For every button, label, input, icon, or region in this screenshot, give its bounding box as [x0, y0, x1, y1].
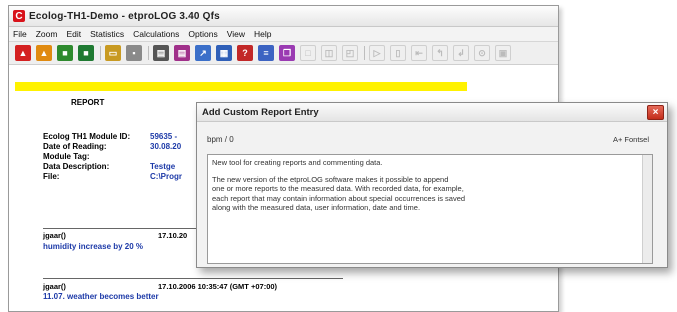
- dialog-title: Add Custom Report Entry: [202, 106, 319, 118]
- toolbar-separator: [100, 46, 101, 60]
- info-value: 59635 -: [150, 131, 178, 141]
- disabled-tool-icon[interactable]: ◫: [321, 45, 337, 61]
- report-info: Ecolog TH1 Module ID: 59635 - Date of Re…: [43, 131, 182, 181]
- info-row: Date of Reading: 30.08.20: [43, 141, 182, 151]
- chart-icon[interactable]: ↗: [195, 45, 211, 61]
- text-line: along with the measured data, user infor…: [212, 202, 421, 212]
- font-select-button[interactable]: A+ Fontsel: [613, 135, 649, 144]
- dialog-info-row: bpm / 0 A+ Fontsel: [207, 134, 657, 144]
- menu-file[interactable]: File: [13, 29, 27, 39]
- info-value: 30.08.20: [150, 141, 182, 151]
- toolbar-separator: [148, 46, 149, 60]
- toolbar-separator: [364, 46, 365, 60]
- entry-header: jgaar() 17.10.20: [43, 231, 187, 240]
- disabled-tool-icon[interactable]: □: [300, 45, 316, 61]
- disabled-tool-icon[interactable]: ▷: [369, 45, 385, 61]
- menu-options[interactable]: Options: [188, 29, 217, 39]
- text-gap: [212, 167, 648, 175]
- print-icon[interactable]: ▤: [153, 45, 169, 61]
- report-heading: REPORT: [71, 98, 105, 107]
- entry-user: jgaar(): [43, 282, 66, 291]
- info-row: Module Tag:: [43, 151, 182, 161]
- info-label: File:: [43, 171, 60, 181]
- green-chip-icon[interactable]: ■: [57, 45, 73, 61]
- copy-icon[interactable]: ❐: [279, 45, 295, 61]
- help-icon[interactable]: ?: [237, 45, 253, 61]
- entry-timestamp: 17.10.2006 10:35:47 (GMT +07:00): [158, 282, 278, 291]
- info-value: C:\Progr: [150, 171, 182, 181]
- menu-statistics[interactable]: Statistics: [90, 29, 124, 39]
- table-icon[interactable]: ▦: [216, 45, 232, 61]
- info-label: Ecolog TH1 Module ID:: [43, 131, 131, 141]
- text-line: one or more reports to the measured data…: [212, 184, 464, 194]
- save-icon[interactable]: ▪: [126, 45, 142, 61]
- disabled-tool-icon[interactable]: ▯: [390, 45, 406, 61]
- info-row: Ecolog TH1 Module ID: 59635 -: [43, 131, 182, 141]
- dialog-user-label: bpm / 0: [207, 134, 234, 144]
- vertical-scrollbar[interactable]: [642, 155, 652, 263]
- info-label: Date of Reading:: [43, 141, 107, 151]
- report-text-area[interactable]: New tool for creating reports and commen…: [207, 154, 653, 264]
- menu-edit[interactable]: Edit: [66, 29, 81, 39]
- entry-header: jgaar() 17.10.2006 10:35:47 (GMT +07:00): [43, 282, 277, 291]
- entry-text: 11.07. weather becomes better: [43, 292, 159, 301]
- menu-calculations[interactable]: Calculations: [133, 29, 179, 39]
- menu-view[interactable]: View: [227, 29, 245, 39]
- report-icon[interactable]: ≡: [258, 45, 274, 61]
- entry-text: humidity increase by 20 %: [43, 242, 144, 251]
- entry-timestamp: 17.10.20: [158, 231, 188, 240]
- entry-divider: [43, 228, 213, 229]
- orange-person-icon[interactable]: ▲: [36, 45, 52, 61]
- entry-divider: [43, 278, 343, 279]
- info-row: Data Description: Testge: [43, 161, 182, 171]
- red-person-icon[interactable]: ▲: [15, 45, 31, 61]
- disabled-tool-icon[interactable]: ⇤: [411, 45, 427, 61]
- info-label: Data Description:: [43, 161, 110, 171]
- menu-bar: File Zoom Edit Statistics Calculations O…: [9, 27, 558, 42]
- app-logo-icon: C: [13, 10, 25, 22]
- green-device-icon[interactable]: ■: [78, 45, 94, 61]
- add-report-dialog: Add Custom Report Entry × bpm / 0 A+ Fon…: [196, 102, 668, 268]
- print-preview-icon[interactable]: ▤: [174, 45, 190, 61]
- disabled-tool-icon[interactable]: ◰: [342, 45, 358, 61]
- toolbar: ▲ ▲ ■ ■ ▭ ▪ ▤ ▤ ↗ ▦ ? ≡ ❐ □ ◫ ◰ ▷ ▯ ⇤ ↰ …: [9, 42, 558, 65]
- text-line: each report that may contain information…: [212, 193, 466, 203]
- disabled-tool-icon[interactable]: ↰: [432, 45, 448, 61]
- disabled-tool-icon[interactable]: ↲: [453, 45, 469, 61]
- info-label: Module Tag:: [43, 151, 90, 161]
- window-title: Ecolog-TH1-Demo - etproLOG 3.40 Qfs: [29, 10, 220, 22]
- folder-open-icon[interactable]: ▭: [105, 45, 121, 61]
- close-icon[interactable]: ×: [647, 104, 664, 120]
- info-row: File: C:\Progr: [43, 171, 182, 181]
- dialog-title-bar[interactable]: Add Custom Report Entry ×: [197, 103, 667, 122]
- info-value: Testge: [150, 161, 176, 171]
- text-line: The new version of the etproLOG software…: [212, 175, 449, 185]
- entry-user: jgaar(): [43, 231, 66, 240]
- text-line: New tool for creating reports and commen…: [212, 158, 383, 167]
- disabled-tool-icon[interactable]: ▣: [495, 45, 511, 61]
- menu-help[interactable]: Help: [254, 29, 271, 39]
- title-bar[interactable]: C Ecolog-TH1-Demo - etproLOG 3.40 Qfs: [9, 6, 558, 27]
- menu-zoom[interactable]: Zoom: [36, 29, 58, 39]
- highlight-bar: [15, 82, 467, 91]
- disabled-tool-icon[interactable]: ⊙: [474, 45, 490, 61]
